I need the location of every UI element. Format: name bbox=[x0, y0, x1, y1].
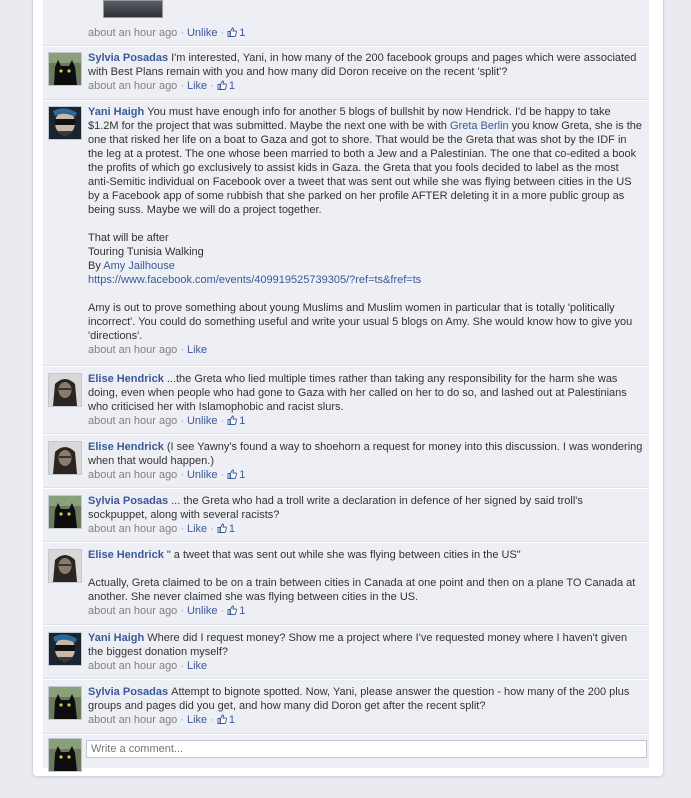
mention-link[interactable]: Greta Berlin bbox=[450, 120, 509, 132]
like-count-icon[interactable] bbox=[227, 415, 237, 425]
like-count-icon[interactable] bbox=[227, 27, 237, 37]
attachment-thumbnail[interactable] bbox=[103, 0, 163, 18]
comment-author-link[interactable]: Sylvia Posadas bbox=[88, 52, 168, 64]
woman-face-avatar-icon[interactable] bbox=[48, 549, 82, 583]
comment-text: Attempt to bignote spotted. Now, Yani, p… bbox=[88, 686, 630, 712]
comment-meta: about an hour ago · Unlike · 1 bbox=[88, 469, 246, 481]
timestamp: about an hour ago bbox=[88, 523, 178, 535]
divider bbox=[43, 45, 649, 47]
like-count-icon[interactable] bbox=[227, 605, 237, 615]
by-label: By bbox=[88, 260, 101, 272]
comment-text: Actually, Greta claimed to be on a train… bbox=[88, 577, 636, 603]
comment-body: Elise Hendrick " a tweet that was sent ou… bbox=[88, 548, 643, 618]
mention-link[interactable]: Amy Jailhouse bbox=[103, 260, 175, 272]
comment-author-link[interactable]: Yani Haigh bbox=[88, 632, 144, 644]
like-count-icon[interactable] bbox=[227, 469, 237, 479]
timestamp: about an hour ago bbox=[88, 660, 178, 672]
like-count[interactable]: 1 bbox=[239, 605, 245, 617]
like-count-icon[interactable] bbox=[217, 523, 227, 533]
like-count[interactable]: 1 bbox=[239, 27, 245, 39]
comment-body: Yani Haigh Where did I request money? Sho… bbox=[88, 631, 643, 673]
comment-text: Where did I request money? Show me a pro… bbox=[88, 632, 628, 658]
like-link[interactable]: Like bbox=[187, 523, 207, 535]
divider bbox=[43, 433, 649, 435]
unlike-link[interactable]: Unlike bbox=[187, 469, 218, 481]
comment-meta: about an hour ago · Like · 1 bbox=[88, 523, 235, 535]
comment-text: Amy is out to prove something about youn… bbox=[88, 302, 633, 342]
comment-text: you know Greta, she is the one that risk… bbox=[88, 120, 642, 216]
masked-face-avatar-icon[interactable] bbox=[48, 632, 82, 666]
divider bbox=[43, 541, 649, 543]
divider bbox=[43, 733, 649, 735]
comment-author-link[interactable]: Elise Hendrick bbox=[88, 373, 164, 385]
divider bbox=[43, 678, 649, 680]
comment-body: Yani Haigh You must have enough info for … bbox=[88, 105, 643, 357]
timestamp: about an hour ago bbox=[88, 27, 178, 39]
like-link[interactable]: Like bbox=[187, 660, 207, 672]
divider bbox=[43, 365, 649, 367]
unlike-link[interactable]: Unlike bbox=[187, 27, 218, 39]
like-link[interactable]: Like bbox=[187, 714, 207, 726]
event-url-link[interactable]: https://www.facebook.com/events/40991952… bbox=[88, 274, 421, 286]
divider bbox=[43, 487, 649, 489]
comment-meta: about an hour ago · Unlike · 1 bbox=[88, 415, 246, 427]
comments-list: about an hour ago · Unlike · 1 Sylvia Posada… bbox=[43, 0, 649, 772]
timestamp: about an hour ago bbox=[88, 605, 178, 617]
comment-author-link[interactable]: Elise Hendrick bbox=[88, 549, 164, 561]
divider bbox=[43, 624, 649, 626]
comment-line: That will be after bbox=[88, 232, 169, 244]
black-cat-avatar-icon[interactable] bbox=[48, 686, 82, 720]
woman-face-avatar-icon[interactable] bbox=[48, 373, 82, 407]
unlike-link[interactable]: Unlike bbox=[187, 605, 218, 617]
timestamp: about an hour ago bbox=[88, 415, 178, 427]
like-link[interactable]: Like bbox=[187, 344, 207, 356]
like-count[interactable]: 1 bbox=[239, 469, 245, 481]
comment-meta: about an hour ago · Like bbox=[88, 660, 208, 672]
comment-text: I'm interested, Yani, in how many of the… bbox=[88, 52, 637, 78]
comment-text: (I see Yawny's found a way to shoehorn a… bbox=[88, 441, 643, 467]
black-cat-avatar-icon[interactable] bbox=[48, 52, 82, 86]
like-count-icon[interactable] bbox=[217, 80, 227, 90]
comment-author-link[interactable]: Yani Haigh bbox=[88, 106, 144, 118]
comment-body: Sylvia Posadas... the Greta who had a tr… bbox=[88, 494, 643, 536]
masked-face-avatar-icon[interactable] bbox=[48, 106, 82, 140]
timestamp: about an hour ago bbox=[88, 80, 178, 92]
comment-text: ...the Greta who lied multiple times rat… bbox=[88, 373, 627, 413]
comment-body: Sylvia Posadas I'm interested, Yani, in h… bbox=[88, 51, 643, 93]
comment-author-link[interactable]: Sylvia Posadas bbox=[88, 686, 168, 698]
comment-author-link[interactable]: Elise Hendrick bbox=[88, 441, 164, 453]
woman-face-avatar-icon[interactable] bbox=[48, 441, 82, 475]
like-count[interactable]: 1 bbox=[229, 714, 235, 726]
comment-line: Touring Tunisia Walking bbox=[88, 246, 204, 258]
comment-meta: about an hour ago · Unlike · 1 bbox=[88, 605, 246, 617]
like-link[interactable]: Like bbox=[187, 80, 207, 92]
like-count[interactable]: 1 bbox=[239, 415, 245, 427]
divider bbox=[43, 99, 649, 101]
comment-body: Elise Hendrick (I see Yawny's found a way… bbox=[88, 440, 643, 482]
black-cat-avatar-icon bbox=[48, 738, 82, 772]
comment-body: Sylvia Posadas Attempt to bignote spotted… bbox=[88, 685, 643, 727]
comment-meta: about an hour ago · Like · 1 bbox=[88, 714, 235, 726]
like-count-icon[interactable] bbox=[217, 714, 227, 724]
black-cat-avatar-icon[interactable] bbox=[48, 495, 82, 529]
timestamp: about an hour ago bbox=[88, 344, 178, 356]
comment-author-link[interactable]: Sylvia Posadas bbox=[88, 495, 168, 507]
comment-meta: about an hour ago · Like · 1 bbox=[88, 80, 235, 92]
write-comment-input[interactable] bbox=[86, 740, 647, 758]
like-count[interactable]: 1 bbox=[229, 80, 235, 92]
unlike-link[interactable]: Unlike bbox=[187, 415, 218, 427]
timestamp: about an hour ago bbox=[88, 469, 178, 481]
timestamp: about an hour ago bbox=[88, 714, 178, 726]
post-meta: about an hour ago · Unlike · 1 bbox=[88, 27, 246, 39]
comment-meta: about an hour ago · Like bbox=[88, 344, 208, 356]
like-count[interactable]: 1 bbox=[229, 523, 235, 535]
comment-text: " a tweet that was sent out while she wa… bbox=[166, 549, 521, 561]
comments-panel: about an hour ago · Unlike · 1 Sylvia Posada… bbox=[32, 0, 664, 777]
comment-body: Elise Hendrick ...the Greta who lied mult… bbox=[88, 372, 643, 428]
